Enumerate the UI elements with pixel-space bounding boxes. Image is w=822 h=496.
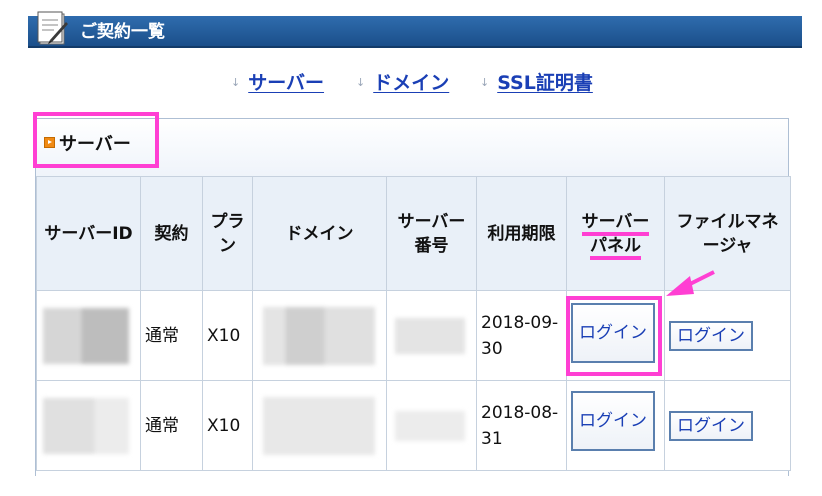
file-manager-login-button[interactable]: ログイン (669, 320, 753, 351)
header-server-panel: サーバー パネル (566, 176, 665, 291)
header-server-panel-line2: パネル (590, 235, 641, 260)
server-id-cell (36, 290, 141, 381)
header-bar: ご契約一覧 (28, 11, 802, 48)
header-expiry: 利用期限 (476, 176, 567, 291)
section-nav: ↓ サーバー ↓ ドメイン ↓ SSL証明書 (0, 70, 822, 96)
annotation-box-section (33, 112, 159, 168)
table-row: 通常 X10 2018-08-31 ログイン ログイン (36, 380, 791, 471)
nav-link-domain[interactable]: ↓ ドメイン (356, 70, 449, 96)
contract-cell: 通常 (140, 380, 203, 471)
expiry-cell: 2018-09-30 (476, 290, 567, 381)
server-panel-cell: ログイン (566, 380, 665, 471)
domain-cell (252, 380, 387, 471)
file-manager-cell: ログイン (664, 290, 791, 381)
server-panel-login-button[interactable]: ログイン (571, 303, 655, 363)
annotation-arrow-icon (666, 270, 715, 296)
server-id-cell (36, 380, 141, 471)
contract-cell: 通常 (140, 290, 203, 381)
plan-cell: X10 (202, 380, 253, 471)
arrow-down-icon: ↓ (231, 76, 241, 89)
server-table: サーバーID 契約 プラン ドメイン サーバー番号 利用期限 サーバー パネル … (36, 176, 791, 471)
nav-link-server[interactable]: ↓ サーバー (231, 70, 324, 96)
arrow-down-icon: ↓ (480, 76, 490, 89)
domain-cell (252, 290, 387, 381)
server-panel-login-button[interactable]: ログイン (571, 391, 655, 451)
server-number-cell (386, 380, 477, 471)
file-manager-cell: ログイン (664, 380, 791, 471)
plan-cell: X10 (202, 290, 253, 381)
header-domain: ドメイン (252, 176, 387, 291)
server-number-cell (386, 290, 477, 381)
document-icon (37, 11, 68, 45)
expiry-cell: 2018-08-31 (476, 380, 567, 471)
file-manager-login-button[interactable]: ログイン (669, 410, 753, 441)
arrow-down-icon: ↓ (356, 76, 366, 89)
header-contract: 契約 (140, 176, 203, 291)
table-row: 通常 X10 2018-09-30 ログイン ログイン (36, 290, 791, 381)
server-panel-cell: ログイン (566, 290, 665, 381)
header-plan: プラン (202, 176, 253, 291)
header-server-number: サーバー番号 (386, 176, 477, 291)
nav-link-ssl[interactable]: ↓ SSL証明書 (480, 70, 593, 96)
page-title: ご契約一覧 (80, 22, 165, 42)
header-server-panel-line1: サーバー (581, 211, 650, 236)
contract-list-page: ご契約一覧 ↓サーバー ↓ドメイン ↓SSL証明書 サーバー サーバーID (0, 0, 822, 496)
header-server-id: サーバーID (36, 176, 141, 291)
